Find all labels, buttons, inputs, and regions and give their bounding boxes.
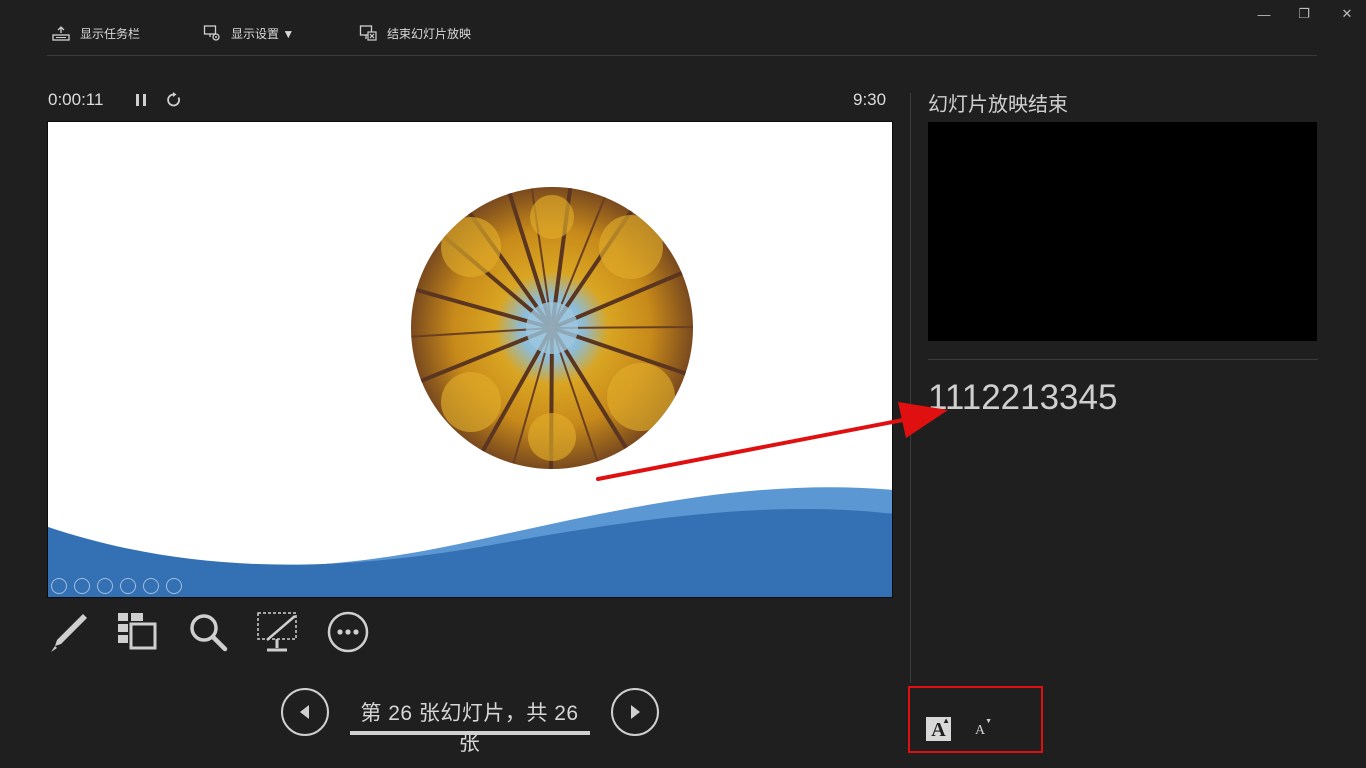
- speaker-notes[interactable]: 1112213345: [928, 378, 1117, 418]
- more-options-button[interactable]: [326, 610, 370, 654]
- increase-font-button[interactable]: A ▲: [926, 716, 951, 741]
- mini-more-icon[interactable]: [166, 578, 182, 594]
- slide-counter-underline: [350, 731, 590, 735]
- mini-previous-icon[interactable]: [51, 578, 67, 594]
- black-screen-button[interactable]: [255, 610, 299, 654]
- current-time: 9:30: [853, 90, 887, 109]
- slide-mini-controls: [51, 578, 182, 594]
- decrease-font-icon: A: [974, 723, 986, 738]
- end-slideshow-label: 结束幻灯片放映: [387, 26, 472, 41]
- next-slide-title: 幻灯片放映结束: [928, 94, 1068, 116]
- pause-button[interactable]: [133, 92, 149, 108]
- elapsed-timer: 0:00:11: [48, 90, 104, 109]
- minimize-button[interactable]: —: [1249, 4, 1279, 24]
- mini-slides-icon[interactable]: [120, 578, 136, 594]
- end-show-icon: [359, 25, 377, 41]
- pause-icon: [136, 94, 146, 106]
- next-slide-preview[interactable]: [928, 122, 1317, 341]
- previous-slide-button[interactable]: [281, 688, 329, 736]
- decrease-font-button[interactable]: A ▼: [970, 717, 992, 740]
- zoom-button[interactable]: [186, 610, 230, 654]
- mini-next-icon[interactable]: [74, 578, 90, 594]
- show-taskbar-label: 显示任务栏: [80, 26, 141, 41]
- close-button[interactable]: ✕: [1332, 4, 1362, 24]
- minimize-icon: —: [1257, 6, 1271, 22]
- notes-divider[interactable]: [928, 359, 1318, 360]
- taskbar-icon: [52, 26, 70, 41]
- decrease-caret-icon: ▼: [985, 717, 992, 725]
- pen-icon: [51, 614, 87, 652]
- end-slideshow-button[interactable]: 结束幻灯片放映: [359, 22, 471, 44]
- zoom-icon: [190, 614, 228, 652]
- see-all-slides-icon: [118, 613, 157, 650]
- restart-icon: [167, 92, 180, 107]
- mini-pen-icon[interactable]: [97, 578, 113, 594]
- see-all-slides-button[interactable]: [115, 610, 159, 654]
- more-options-icon: [327, 611, 369, 653]
- tree-canopy-photo: [411, 187, 693, 469]
- black-screen-icon: [257, 612, 297, 652]
- next-slide-button[interactable]: [611, 688, 659, 736]
- display-settings-icon: [203, 25, 220, 41]
- increase-caret-icon: ▲: [942, 716, 950, 725]
- display-settings-label: 显示设置 ▼: [231, 26, 295, 41]
- toolbar-divider: [47, 55, 1317, 56]
- restore-icon: ❐: [1298, 6, 1310, 21]
- mini-zoom-icon[interactable]: [143, 578, 159, 594]
- pen-tool-button[interactable]: [47, 610, 91, 654]
- restore-button[interactable]: ❐: [1289, 4, 1319, 24]
- restart-timer-button[interactable]: [166, 92, 182, 108]
- close-icon: ✕: [1341, 6, 1353, 21]
- show-taskbar-button[interactable]: 显示任务栏: [52, 22, 140, 44]
- previous-icon: [300, 705, 309, 719]
- next-icon: [631, 705, 640, 719]
- display-settings-button[interactable]: 显示设置 ▼: [203, 22, 294, 44]
- slide-counter[interactable]: 第 26 张幻灯片，共 26 张: [349, 697, 590, 757]
- pane-divider[interactable]: [910, 93, 911, 683]
